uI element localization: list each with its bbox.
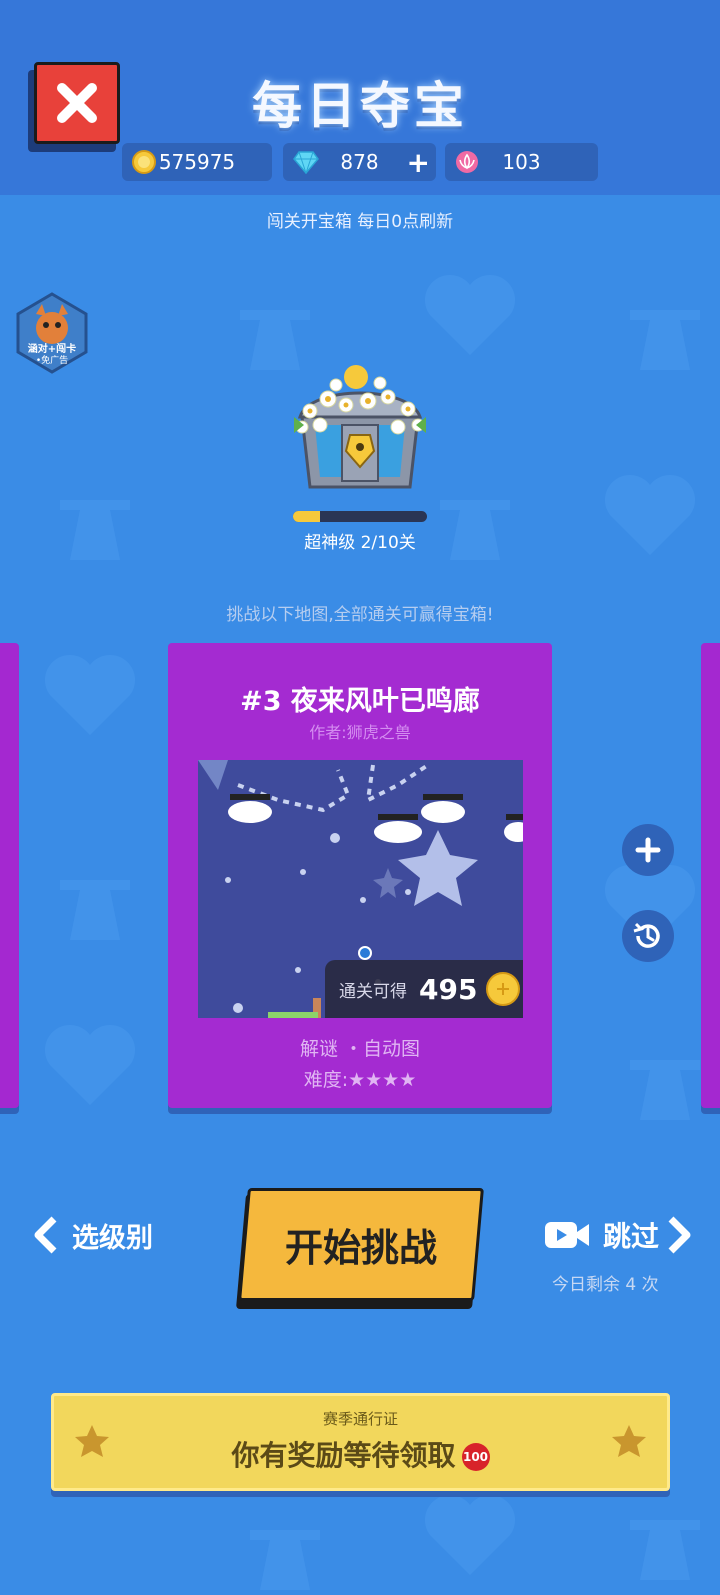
hat-pattern-icon: [440, 500, 510, 560]
season-pass-message: 你有奖励等待领取: [231, 1439, 456, 1472]
season-pass-banner[interactable]: 赛季通行证 你有奖励等待领取 100: [51, 1393, 670, 1491]
plus-icon: [635, 837, 661, 863]
start-challenge-button[interactable]: 开始挑战: [235, 1188, 484, 1313]
level-progress-text: 超神级 2/10关: [304, 533, 416, 553]
badge-line1-text: 涵对+闯卡: [28, 342, 76, 355]
reward-label: 通关可得: [339, 981, 407, 1002]
star-icon: [612, 1425, 646, 1457]
skip-button[interactable]: 跳过: [543, 1212, 695, 1258]
challenge-hint: 挑战以下地图,全部通关可赢得宝箱!: [226, 605, 494, 625]
header-bar: 每日夺宝 575975 878 + 103: [0, 0, 720, 195]
notification-badge: 100: [461, 1443, 490, 1471]
map-title: #3 夜来风叶已鸣廊: [240, 686, 480, 717]
season-pass-subtitle: 赛季通行证: [322, 1410, 398, 1428]
map-difficulty: 难度:★★★★: [303, 1069, 417, 1091]
hat-pattern-icon: [630, 1060, 700, 1120]
hat-pattern-icon: [60, 880, 130, 940]
chevron-right-icon: [668, 1216, 691, 1254]
hat-pattern-icon: [630, 310, 700, 370]
video-camera-icon: [545, 1222, 589, 1248]
heart-pattern-icon: [45, 1025, 135, 1105]
history-button[interactable]: [622, 910, 674, 962]
page-title: 每日夺宝: [252, 77, 468, 135]
refresh-subtitle: 闯关开宝箱 每日0点刷新: [266, 212, 454, 232]
hat-pattern-icon: [60, 500, 130, 560]
next-map-card[interactable]: [701, 643, 720, 1108]
coin-value: 575975: [158, 150, 236, 174]
chevron-left-icon: [34, 1216, 57, 1254]
map-card[interactable]: #3 夜来风叶已鸣廊 作者:狮虎之兽 通关可得 495 解谜 ・自动图 难度:★…: [168, 643, 552, 1108]
map-author: 作者:狮虎之兽: [309, 723, 411, 742]
treasure-chest[interactable]: [280, 355, 440, 505]
season-pass-message-row: 你有奖励等待领取 100: [54, 1434, 667, 1474]
previous-map-card[interactable]: [0, 643, 19, 1108]
history-icon: [633, 922, 660, 948]
coin-counter: 575975: [122, 143, 272, 181]
reward-pill: 通关可得 495: [325, 960, 523, 1018]
coin-icon: [486, 972, 521, 1006]
heart-pattern-icon: [45, 655, 135, 735]
remaining-skips: 今日剩余 4 次: [552, 1275, 659, 1295]
skip-label: 跳过: [603, 1220, 660, 1253]
select-level-button[interactable]: 选级别: [30, 1212, 153, 1258]
add-diamond-button[interactable]: +: [407, 146, 430, 179]
heart-pattern-icon: [425, 275, 515, 355]
hat-pattern-icon: [250, 1530, 320, 1590]
treasure-chest-icon: [294, 365, 426, 489]
add-button[interactable]: [622, 824, 674, 876]
badge-line2-text: •免广告: [36, 354, 68, 366]
progress-fill: [293, 511, 320, 522]
start-challenge-label: 开始挑战: [284, 1226, 437, 1270]
reward-value: 495: [419, 972, 478, 1006]
fox-badge-icon: 涵对+闯卡 •免广告: [16, 292, 88, 374]
diamond-counter: 878 +: [283, 143, 436, 181]
select-level-label: 选级别: [72, 1222, 153, 1254]
map-tags: 解谜 ・自动图: [299, 1038, 421, 1060]
chest-progress-bar: [293, 511, 427, 522]
map-preview: 通关可得 495: [198, 760, 523, 1018]
gem-counter: 103: [445, 143, 598, 181]
gem-value: 103: [502, 150, 541, 174]
pass-promo-badge[interactable]: 涵对+闯卡 •免广告: [14, 290, 90, 376]
heart-pattern-icon: [425, 1495, 515, 1575]
hat-pattern-icon: [630, 1520, 700, 1580]
